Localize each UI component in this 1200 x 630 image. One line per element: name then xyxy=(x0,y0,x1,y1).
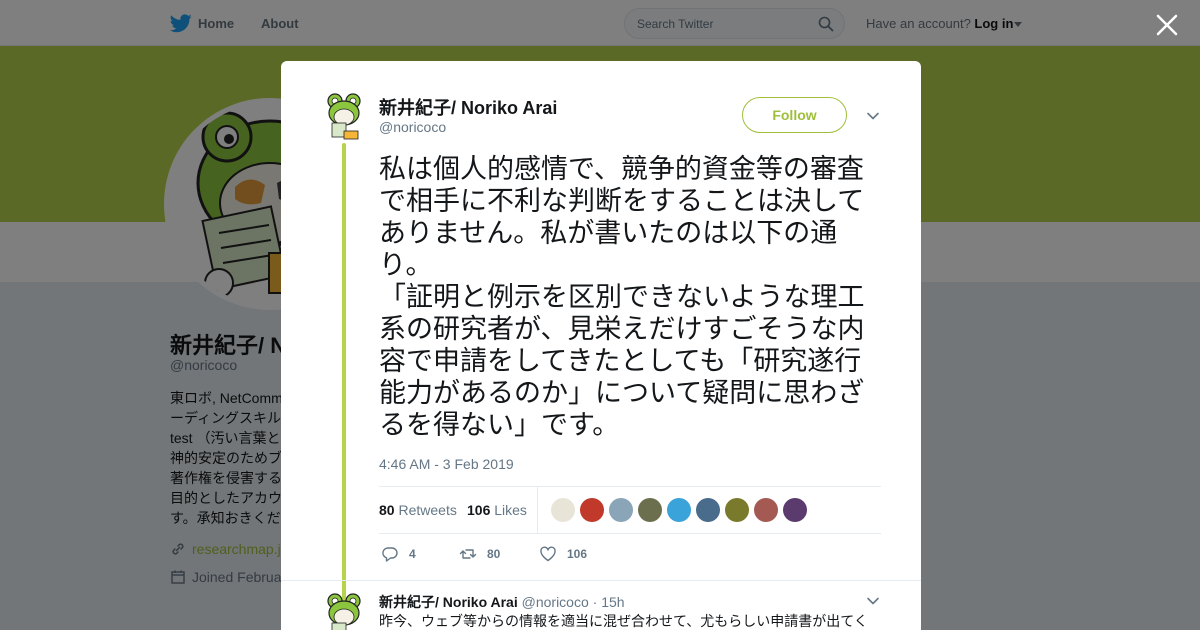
liker-avatar[interactable] xyxy=(754,498,778,522)
liker-avatar[interactable] xyxy=(667,498,691,522)
tweet-paragraph: 「証明と例示を区別できないような理工系の研究者が、見栄えだけすごそうな内容で申請… xyxy=(379,282,865,440)
close-icon[interactable] xyxy=(1154,12,1180,38)
retweets-stat[interactable]: 80 Retweets xyxy=(379,502,457,518)
reply-separator xyxy=(281,580,921,581)
like-count: 106 xyxy=(567,547,588,561)
stats-divider xyxy=(537,487,538,533)
liker-avatar[interactable] xyxy=(580,498,604,522)
tweet-timestamp[interactable]: 4:46 AM - 3 Feb 2019 xyxy=(379,456,514,472)
likes-label: Likes xyxy=(494,502,527,518)
reply-author-name[interactable]: 新井紀子/ Noriko Arai xyxy=(379,594,518,610)
tweet-author-handle[interactable]: @noricoco xyxy=(379,119,446,135)
tweet-text: 私は個人的感情で、競争的資金等の審査で相手に不利な判断をすることは決してありませ… xyxy=(379,153,884,441)
liker-avatar[interactable] xyxy=(696,498,720,522)
reply-button[interactable]: 4 xyxy=(381,545,416,563)
reply-count: 4 xyxy=(409,547,416,561)
liker-avatar[interactable] xyxy=(609,498,633,522)
liker-avatar[interactable] xyxy=(783,498,807,522)
reply-icon xyxy=(382,547,398,562)
tweet-modal: 新井紀子/ Noriko Arai @noricoco Follow 私は個人的… xyxy=(281,61,921,630)
likes-stat[interactable]: 106 Likes xyxy=(467,502,527,518)
tweet-author-name[interactable]: 新井紀子/ Noriko Arai xyxy=(379,94,557,120)
chevron-down-icon[interactable] xyxy=(866,109,880,123)
like-button[interactable]: 106 xyxy=(539,545,587,563)
tweet-stats: 80 Retweets 106 Likes xyxy=(379,486,881,534)
liker-avatar[interactable] xyxy=(638,498,662,522)
liker-avatar[interactable] xyxy=(725,498,749,522)
reply-author-handle[interactable]: @noricoco xyxy=(522,594,589,610)
tweet-paragraph: 私は個人的感情で、競争的資金等の審査で相手に不利な判断をすることは決してありませ… xyxy=(379,154,865,280)
retweet-count: 80 xyxy=(487,547,501,561)
liker-avatar[interactable] xyxy=(551,498,575,522)
author-avatar[interactable] xyxy=(326,93,362,143)
chevron-down-icon[interactable] xyxy=(866,594,880,608)
follow-button[interactable]: Follow xyxy=(742,97,847,133)
thread-line xyxy=(342,143,346,630)
retweet-icon xyxy=(459,549,477,559)
retweets-count: 80 xyxy=(379,502,395,518)
reply-text: 昨今、ウェブ等からの情報を適当に混ぜ合わせて、尤もらしい申請書が出てく xyxy=(379,613,868,629)
retweet-button[interactable]: 80 xyxy=(459,545,500,563)
heart-icon xyxy=(540,546,556,562)
retweets-label: Retweets xyxy=(398,502,457,518)
likers-avatars xyxy=(551,498,807,522)
reply-header: 新井紀子/ Noriko Arai @noricoco · 15h xyxy=(379,592,625,612)
tweet-actions: 4 80 106 xyxy=(379,545,881,565)
reply-time[interactable]: · 15h xyxy=(593,594,625,610)
reply-author-avatar[interactable] xyxy=(326,593,362,630)
likes-count: 106 xyxy=(467,502,491,518)
